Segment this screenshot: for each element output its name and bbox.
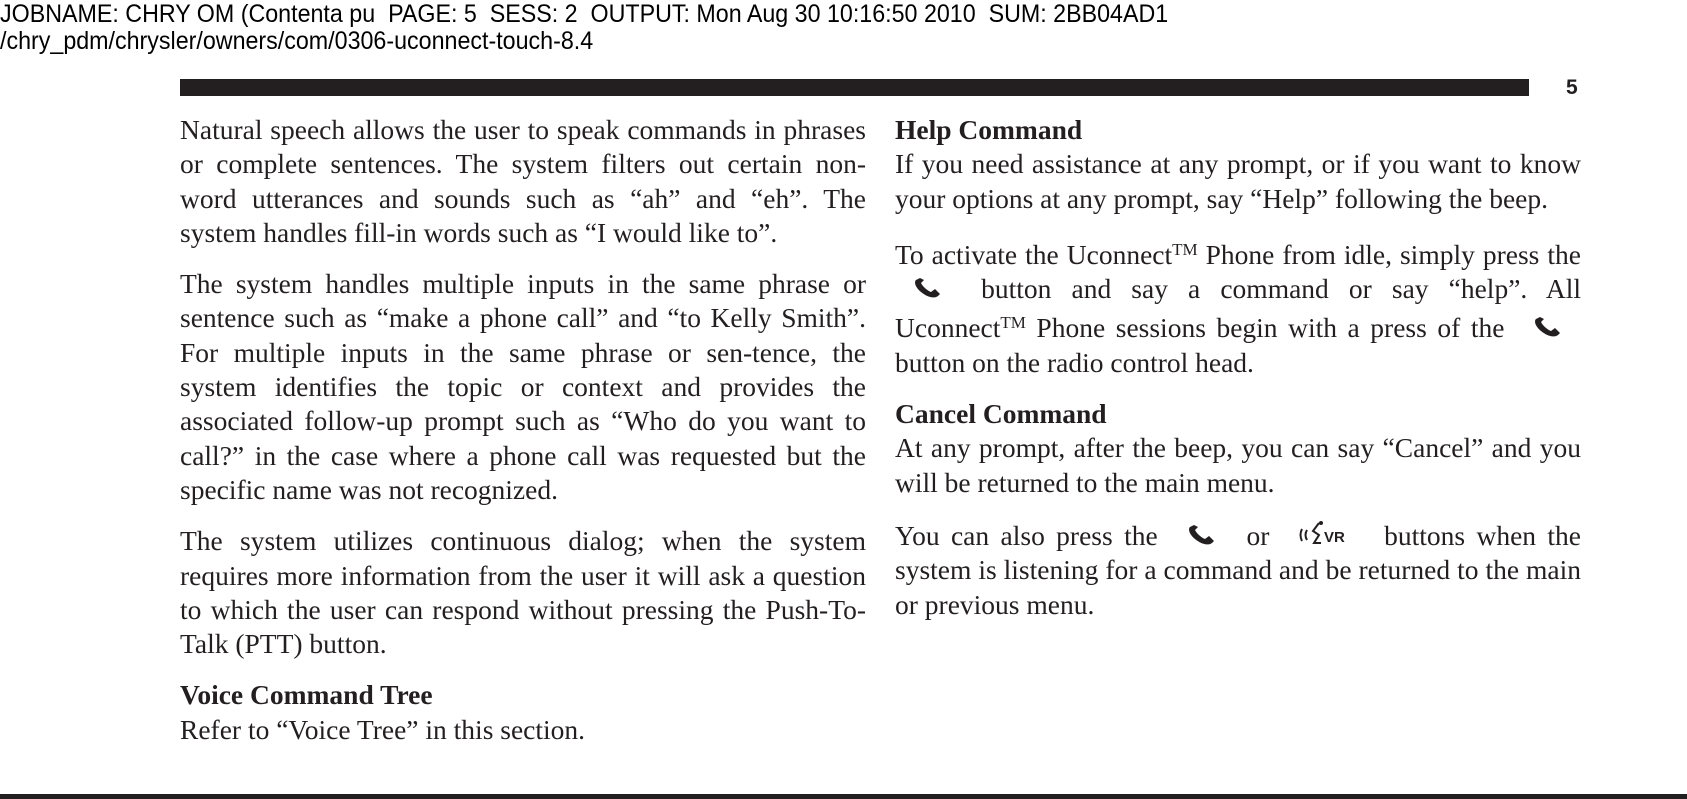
voice-recognition-icon: VR xyxy=(1297,517,1357,551)
phone-icon xyxy=(1187,521,1217,545)
paragraph-continuous-dialog: The system utilizes continuous dialog; w… xyxy=(180,525,866,660)
header-rule xyxy=(180,79,1529,96)
phone-icon xyxy=(1533,313,1563,337)
print-job-line: JOBNAME: CHRY OM (Contenta pu PAGE: 5 SE… xyxy=(0,0,1169,28)
paragraph-activate: To activate the UconnectTM Phone from id… xyxy=(895,238,1582,378)
footer-rule xyxy=(0,794,1687,799)
right-column: Help Command If you need assistance at a… xyxy=(895,113,1581,639)
paragraph-natural-speech: Natural speech allows the user to speak … xyxy=(180,114,866,248)
vr-label: VR xyxy=(1324,529,1345,546)
phone-icon xyxy=(913,274,943,298)
paragraph-cancel: At any prompt, after the beep, you can s… xyxy=(895,432,1581,498)
paragraph-help: If you need assistance at any prompt, or… xyxy=(895,148,1581,214)
page-number: 5 xyxy=(1566,76,1578,99)
heading-cancel-command: Cancel Command xyxy=(895,398,1107,430)
trademark: TM xyxy=(1172,239,1198,259)
print-file-path: /chry_pdm/chrysler/owners/com/0306-uconn… xyxy=(0,27,594,55)
paragraph-voice-tree-ref: Refer to “Voice Tree” in this section. xyxy=(180,713,586,745)
paragraph-multiple-inputs: The system handles multiple inputs in th… xyxy=(180,268,866,505)
paragraph-also-press: You can also press the or VR buttons whe… xyxy=(895,517,1581,622)
trademark: TM xyxy=(1000,313,1026,333)
heading-voice-command-tree: Voice Command Tree xyxy=(180,679,433,711)
left-column: Natural speech allows the user to speak … xyxy=(180,113,866,764)
heading-help-command: Help Command xyxy=(895,114,1083,145)
